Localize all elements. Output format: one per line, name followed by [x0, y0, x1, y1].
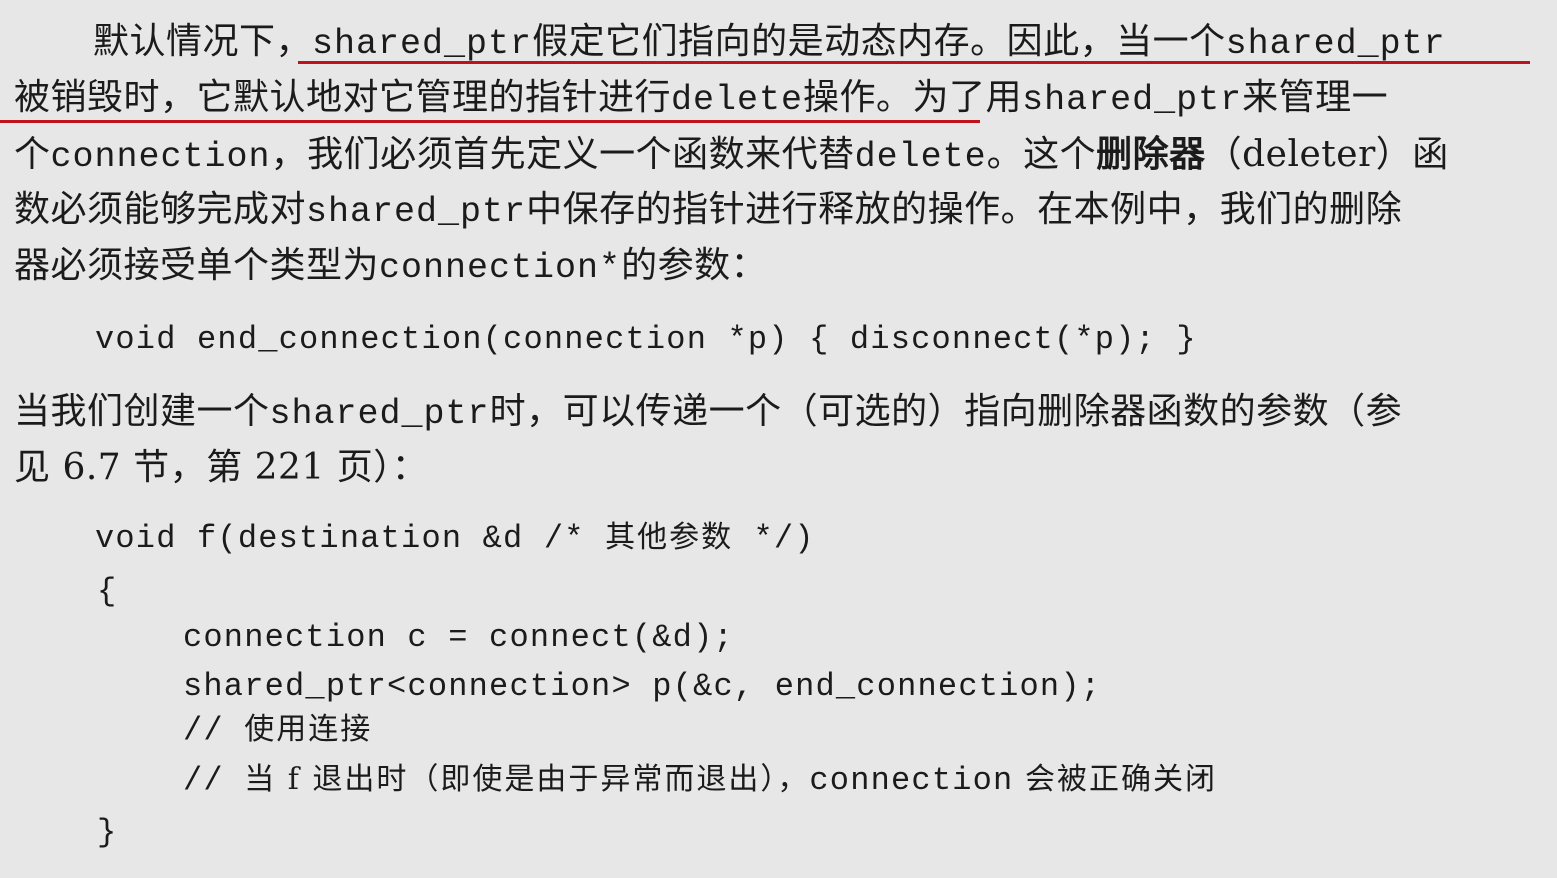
para1-text: 的参数： [621, 245, 768, 286]
term-deleter: 删除器 [1096, 133, 1206, 175]
code-text: connection [809, 762, 1014, 799]
para1-text: 器必须接受单个类型为 [14, 245, 380, 286]
code-text: // [183, 762, 245, 799]
code-comment-text: 当 f 退出时（即使是由于异常而退出）， [244, 762, 810, 797]
code-comment-text: 其他参数 [605, 520, 734, 555]
para1-text: 假定它们指向的是动态内存。因此，当一个 [532, 21, 1226, 62]
para2-text: 当我们创建一个 [14, 391, 270, 432]
para1-line-4: 数必须能够完成对shared_ptr中保存的指针进行释放的操作。在本例中，我们的… [14, 189, 1403, 233]
highlight-underline-2 [0, 120, 980, 123]
inline-code: connection [50, 137, 271, 177]
para1-text: 个 [14, 134, 51, 175]
para1-text: 中保存的指针进行释放的操作。在本例中，我们的删除 [526, 189, 1403, 230]
para2-text: 时，可以传递一个（可选的）指向删除器函数的参数（参 [489, 391, 1403, 432]
inline-code: delete [854, 137, 987, 177]
code-line-6: // 当 f 退出时（即使是由于异常而退出），connection 会被正确关闭 [183, 762, 1217, 799]
inline-code: shared_ptr [1022, 80, 1243, 120]
code-text: */) [733, 520, 815, 557]
para1-text: 来管理一 [1242, 77, 1389, 118]
para1-text: 操作。为了用 [803, 77, 1023, 118]
code-line-3: connection c = connect(&d); [183, 619, 734, 656]
code-line-5: // 使用连接 [183, 712, 372, 749]
para1-text: ，我们必须首先定义一个函数来代替 [270, 134, 855, 175]
code-line-2: { [97, 573, 118, 610]
code-line-end-connection: void end_connection(connection *p) { dis… [95, 321, 1197, 358]
code-text: void f(destination &d /* [95, 520, 606, 557]
code-line-1: void f(destination &d /* 其他参数 */) [95, 520, 815, 557]
inline-code: shared_ptr [1225, 24, 1446, 64]
code-text: // [183, 712, 245, 749]
para1-text: 数必须能够完成对 [14, 189, 307, 230]
para2-line-1: 当我们创建一个shared_ptr时，可以传递一个（可选的）指向删除器函数的参数… [14, 391, 1403, 435]
para1-text: （deleter）函 [1205, 134, 1449, 175]
para1-line-5: 器必须接受单个类型为connection*的参数： [14, 245, 768, 289]
inline-code: delete [671, 80, 804, 120]
code-line-7: } [97, 814, 118, 851]
inline-code: connection* [379, 248, 622, 288]
para1-line-1: 默认情况下，shared_ptr假定它们指向的是动态内存。因此，当一个share… [93, 21, 1446, 65]
code-comment-text: 会被正确关闭 [1013, 762, 1217, 797]
inline-code: shared_ptr [312, 24, 533, 64]
inline-code: shared_ptr [269, 394, 490, 434]
code-comment-text: 使用连接 [244, 712, 373, 747]
para1-text: 被销毁时，它默认地对它管理的指针进行 [14, 77, 672, 118]
highlight-underline-1 [298, 61, 1530, 64]
para1-text: 。这个 [986, 134, 1097, 175]
para1-text: 默认情况下， [93, 21, 313, 62]
inline-code: shared_ptr [306, 192, 527, 232]
code-line-4: shared_ptr<connection> p(&c, end_connect… [183, 668, 1102, 705]
para1-line-2: 被销毁时，它默认地对它管理的指针进行delete操作。为了用shared_ptr… [14, 77, 1389, 121]
para1-line-3: 个connection，我们必须首先定义一个函数来代替delete。这个删除器（… [14, 134, 1449, 177]
para2-line-2: 见 6.7 节，第 221 页）： [14, 447, 429, 488]
book-page: 默认情况下，shared_ptr假定它们指向的是动态内存。因此，当一个share… [0, 0, 1557, 878]
